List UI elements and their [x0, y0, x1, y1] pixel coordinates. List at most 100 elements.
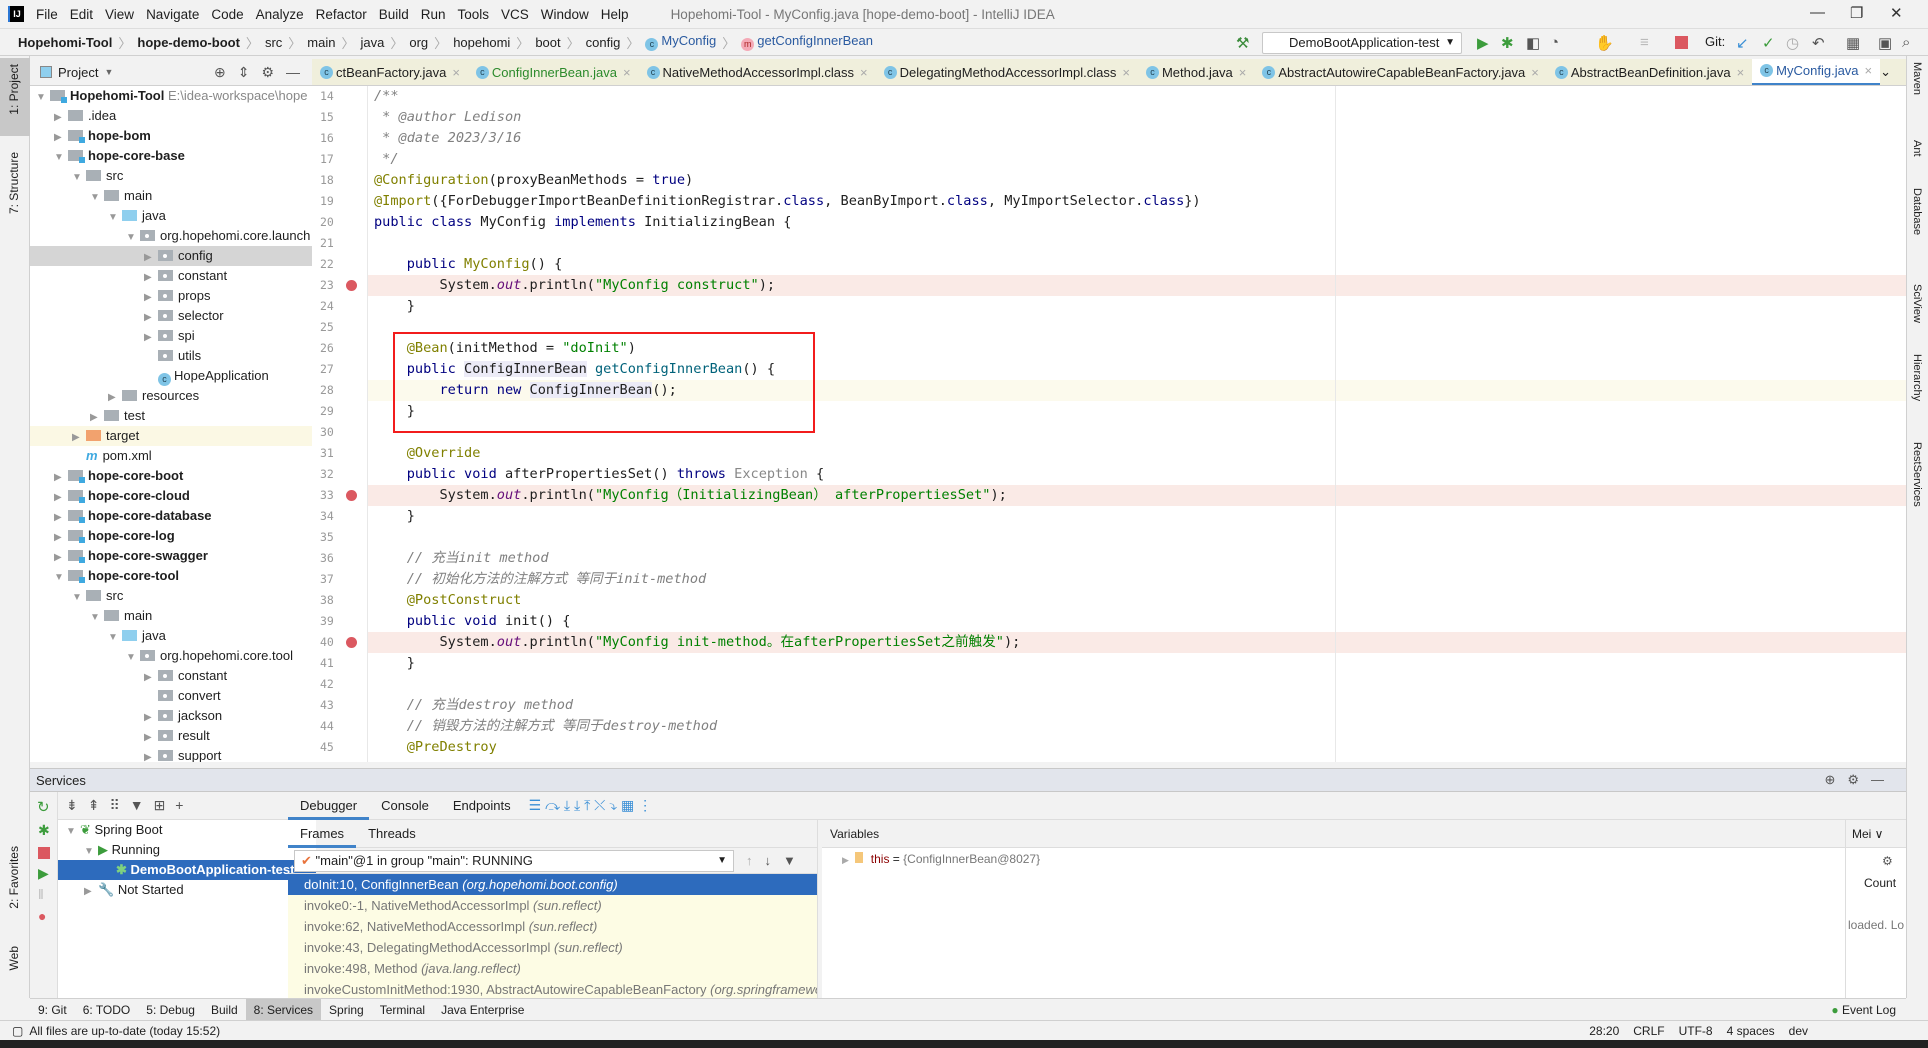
tree-item[interactable]: ▼ java	[30, 206, 312, 226]
frame-item[interactable]: doInit:10, ConfigInnerBean (org.hopehomi…	[288, 874, 817, 895]
tree-item[interactable]: ▶ result	[30, 726, 312, 746]
tree-item[interactable]: ▶ hope-core-swagger	[30, 546, 312, 566]
close-tab-icon[interactable]: ×	[452, 65, 460, 80]
tree-item[interactable]: ▼ hope-core-base	[30, 146, 312, 166]
expand-arrow-icon[interactable]: ▼	[126, 648, 140, 668]
tree-item[interactable]: ▶ hope-core-cloud	[30, 486, 312, 506]
file-encoding[interactable]: UTF-8	[1679, 1024, 1713, 1038]
service-item[interactable]: ✱ DemoBootApplication-test	[58, 860, 316, 880]
expand-arrow-icon[interactable]: ▶	[144, 748, 158, 762]
breadcrumb-item[interactable]: src	[265, 35, 282, 50]
build-hammer-icon[interactable]: ⚒	[1236, 34, 1249, 52]
bottom-tab[interactable]: Build	[203, 999, 246, 1021]
tree-item[interactable]: ▼ org.hopehomi.core.launch	[30, 226, 312, 246]
frame-item[interactable]: invoke0:-1, NativeMethodAccessorImpl (su…	[288, 895, 817, 916]
close-tab-icon[interactable]: ×	[1737, 65, 1745, 80]
tree-item[interactable]: ▶ constant	[30, 666, 312, 686]
restservices-tool-button[interactable]: RestServices	[1911, 442, 1923, 507]
filter-icon[interactable]: ▼	[783, 853, 796, 868]
structure-tool-button[interactable]: 7: Structure	[7, 152, 21, 214]
breakpoint-icon[interactable]	[346, 490, 357, 501]
breakpoint-icon[interactable]	[346, 280, 357, 291]
expand-arrow-icon[interactable]: ▼	[66, 822, 80, 840]
tree-item[interactable]: ▼ java	[30, 626, 312, 646]
attach-icon[interactable]: ✋	[1595, 34, 1614, 52]
memory-settings-icon[interactable]: ⚙	[1846, 848, 1906, 868]
run-config-select[interactable]: DemoBootApplication-test ▼	[1262, 32, 1462, 54]
mute-breakpoints-icon[interactable]: ●	[30, 902, 57, 924]
tree-item[interactable]: ▶ hope-core-boot	[30, 466, 312, 486]
services-actions[interactable]: ⊕⚙—	[1824, 772, 1896, 788]
expand-arrow-icon[interactable]: ▼	[54, 148, 68, 168]
menu-build[interactable]: Build	[379, 7, 409, 22]
expand-arrow-icon[interactable]: ▼	[90, 188, 104, 208]
caret-position[interactable]: 28:20	[1589, 1024, 1619, 1038]
tree-item[interactable]: utils	[30, 346, 312, 366]
frame-item[interactable]: invoke:62, NativeMethodAccessorImpl (sun…	[288, 916, 817, 937]
search-icon[interactable]: ⌕	[1902, 34, 1910, 51]
menu-tools[interactable]: Tools	[458, 7, 490, 22]
service-item[interactable]: ▼ ▶ Running	[58, 840, 316, 860]
expand-arrow-icon[interactable]: ▶	[144, 728, 158, 748]
tab-frames[interactable]: Frames	[288, 820, 357, 848]
expand-arrow-icon[interactable]: ▶	[144, 288, 158, 308]
expand-arrow-icon[interactable]: ▼	[108, 628, 122, 648]
service-item[interactable]: ▶ 🔧 Not Started	[58, 880, 316, 900]
editor-tab[interactable]: c DelegatingMethodAccessorImpl.class ×	[876, 59, 1138, 85]
minimize-button[interactable]: —	[1810, 4, 1825, 21]
tree-item[interactable]: ▶ config	[30, 246, 312, 266]
rerun-icon[interactable]: ↻	[30, 792, 57, 816]
tree-item[interactable]: convert	[30, 686, 312, 706]
expand-arrow-icon[interactable]: ▼	[72, 168, 86, 188]
editor-tab[interactable]: c AbstractBeanDefinition.java ×	[1547, 59, 1752, 85]
expand-arrow-icon[interactable]: ▶	[54, 128, 68, 148]
menu-window[interactable]: Window	[541, 7, 589, 22]
stop-icon[interactable]	[38, 847, 50, 859]
expand-arrow-icon[interactable]: ▶	[144, 248, 158, 268]
close-tab-icon[interactable]: ×	[1239, 65, 1247, 80]
tab-endpoints[interactable]: Endpoints	[441, 792, 523, 820]
expand-arrow-icon[interactable]: ▼	[84, 842, 98, 860]
favorites-tool-button[interactable]: 2: Favorites	[7, 846, 21, 909]
tree-item[interactable]: ▶ hope-bom	[30, 126, 312, 146]
close-tab-icon[interactable]: ×	[1865, 63, 1873, 78]
count-column[interactable]: Count	[1846, 868, 1906, 890]
tree-item[interactable]: ▶ jackson	[30, 706, 312, 726]
resume-icon[interactable]: ▶	[30, 859, 57, 882]
tab-memory[interactable]: Mei	[1852, 827, 1871, 841]
tree-item[interactable]: ▶ spi	[30, 326, 312, 346]
expand-arrow-icon[interactable]: ▼	[126, 228, 140, 248]
tree-item[interactable]: ▶ test	[30, 406, 312, 426]
maximize-button[interactable]: ❐	[1850, 4, 1863, 22]
tree-item[interactable]: ▶ hope-core-database	[30, 506, 312, 526]
menu-edit[interactable]: Edit	[70, 7, 93, 22]
expand-arrow-icon[interactable]: ▶	[54, 528, 68, 548]
event-log-button[interactable]: ● Event Log	[1831, 1003, 1896, 1017]
tree-item[interactable]: ▼ src	[30, 586, 312, 606]
editor-tab[interactable]: c NativeMethodAccessorImpl.class ×	[639, 59, 876, 85]
expand-arrow-icon[interactable]: ▶	[54, 508, 68, 528]
step-icon[interactable]: ≡	[1640, 34, 1649, 51]
tree-item[interactable]: ▶ resources	[30, 386, 312, 406]
tab-debugger[interactable]: Debugger	[288, 792, 370, 820]
expand-arrow-icon[interactable]: ▼	[72, 588, 86, 608]
bottom-tab[interactable]: 6: TODO	[75, 999, 139, 1021]
git-update-icon[interactable]: ↙	[1736, 34, 1749, 52]
expand-arrow-icon[interactable]: ▶	[72, 428, 86, 448]
expand-arrow-icon[interactable]: ▶	[842, 855, 851, 865]
debug-bug-icon[interactable]: ✱	[30, 816, 57, 839]
tree-item[interactable]: ▶ hope-core-log	[30, 526, 312, 546]
git-rollback-icon[interactable]: ↶	[1812, 34, 1825, 52]
expand-arrow-icon[interactable]: ▶	[84, 882, 98, 900]
breadcrumb-item[interactable]: boot	[535, 35, 560, 50]
sciview-tool-button[interactable]: SciView	[1911, 284, 1923, 323]
bottom-tab[interactable]: 9: Git	[30, 999, 75, 1021]
close-tab-icon[interactable]: ×	[623, 65, 631, 80]
tree-item[interactable]: ▼ main	[30, 606, 312, 626]
tabs-overflow-chevron-icon[interactable]: ⌄	[1880, 64, 1891, 80]
bottom-tab[interactable]: Spring	[321, 999, 372, 1021]
close-tab-icon[interactable]: ×	[1531, 65, 1539, 80]
frame-item[interactable]: invokeCustomInitMethod:1930, AbstractAut…	[288, 979, 817, 998]
bottom-tab[interactable]: 5: Debug	[138, 999, 203, 1021]
run-icon[interactable]: ▶	[1477, 34, 1489, 52]
